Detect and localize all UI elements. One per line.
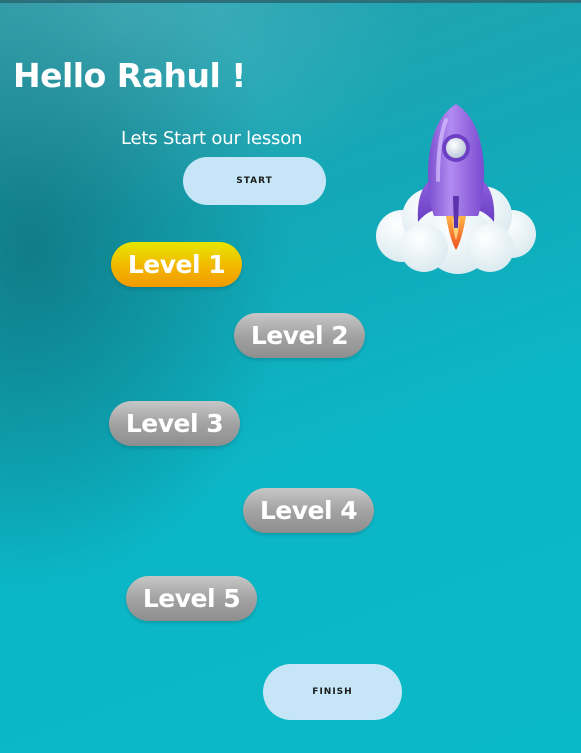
level-3-button[interactable]: Level 3 [109, 401, 240, 446]
finish-button[interactable]: FINISH [263, 664, 402, 720]
level-2-button[interactable]: Level 2 [234, 313, 365, 358]
top-bar [0, 0, 581, 3]
level-1-button[interactable]: Level 1 [111, 242, 242, 287]
level-4-button[interactable]: Level 4 [243, 488, 374, 533]
greeting-title: Hello Rahul ! [13, 56, 246, 95]
level-5-button[interactable]: Level 5 [126, 576, 257, 621]
rocket-cloud-icon [376, 104, 536, 274]
lesson-subtitle: Lets Start our lesson [121, 128, 303, 149]
start-button[interactable]: START [183, 157, 326, 205]
